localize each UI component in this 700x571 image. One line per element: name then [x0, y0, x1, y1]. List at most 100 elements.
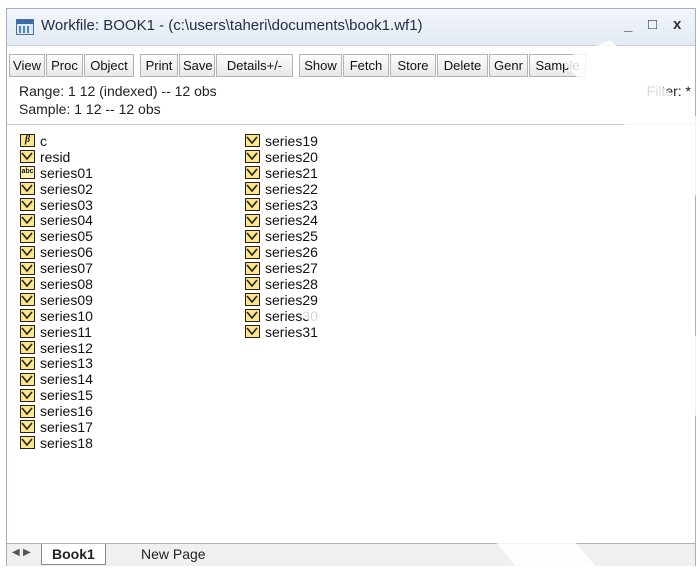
workfile-object[interactable]: series28	[245, 276, 318, 292]
object-name: series23	[265, 196, 318, 213]
series-icon	[20, 325, 35, 339]
object-list-column-2: series19 series20 series21 series22 series23…	[245, 133, 318, 340]
workfile-object[interactable]: series19	[245, 133, 318, 149]
workfile-object[interactable]: series02	[20, 181, 93, 197]
object-name: series16	[40, 403, 93, 420]
show-button[interactable]: Show	[299, 54, 342, 77]
series-icon	[20, 198, 35, 211]
divider	[7, 124, 695, 125]
object-name: series20	[265, 148, 318, 165]
scroll-right-icon[interactable]: ▶	[23, 547, 31, 558]
workfile-object[interactable]: series14	[20, 371, 93, 387]
series-icon	[245, 150, 260, 164]
object-name: series25	[265, 228, 318, 245]
workfile-object[interactable]: series05	[20, 228, 93, 244]
page-tab-bar: ◀ ▶ Book1 New Page	[7, 543, 695, 566]
series-icon	[245, 309, 260, 323]
workfile-object[interactable]: series08	[20, 276, 93, 292]
object-name: series24	[265, 212, 318, 229]
workfile-object[interactable]: series11	[20, 324, 93, 340]
series-icon	[20, 309, 35, 323]
object-button[interactable]: Object	[84, 54, 134, 77]
workfile-object[interactable]: abc series01	[20, 165, 93, 181]
details-button[interactable]: Details+/-	[216, 54, 293, 77]
toolbar: View Proc Object Print Save Details+/- S…	[9, 54, 693, 78]
workfile-object[interactable]: series03	[20, 197, 93, 213]
view-button[interactable]: View	[9, 54, 45, 77]
workfile-object[interactable]: series23	[245, 197, 318, 213]
series-icon	[20, 150, 35, 164]
object-name: series10	[40, 307, 93, 324]
object-name: series06	[40, 244, 93, 261]
series-icon	[20, 261, 35, 275]
object-name: c	[40, 132, 47, 149]
workfile-icon	[16, 19, 34, 35]
delete-button[interactable]: Delete	[437, 54, 488, 77]
maximize-button[interactable]: □	[648, 16, 657, 33]
series-icon	[20, 372, 35, 386]
tab-book1[interactable]: Book1	[41, 544, 106, 565]
object-name: series01	[40, 164, 93, 181]
store-button[interactable]: Store	[390, 54, 436, 77]
workfile-object[interactable]: series20	[245, 149, 318, 165]
workfile-object[interactable]: series24	[245, 212, 318, 228]
workfile-object[interactable]: series27	[245, 260, 318, 276]
series-icon	[245, 198, 260, 211]
object-name: series09	[40, 291, 93, 308]
genr-button[interactable]: Genr	[489, 54, 528, 77]
workfile-object[interactable]: series25	[245, 228, 318, 244]
series-icon	[20, 245, 35, 259]
workfile-object[interactable]: series09	[20, 292, 93, 308]
workfile-object[interactable]: series13	[20, 355, 93, 371]
series-icon	[245, 261, 260, 275]
window-title: Workfile: BOOK1 - (c:\users\taheri\docum…	[41, 17, 423, 34]
workfile-object[interactable]: series29	[245, 292, 318, 308]
object-name: series04	[40, 212, 93, 229]
workfile-object[interactable]: series15	[20, 387, 93, 403]
workfile-object[interactable]: series10	[20, 308, 93, 324]
workfile-object[interactable]: series16	[20, 403, 93, 419]
series-icon	[245, 213, 260, 227]
close-button[interactable]: x	[673, 16, 681, 33]
object-name: series03	[40, 196, 93, 213]
object-name: series29	[265, 291, 318, 308]
workfile-object[interactable]: series26	[245, 244, 318, 260]
object-name: series31	[265, 323, 318, 340]
object-name: series07	[40, 260, 93, 277]
workfile-object[interactable]: series30	[245, 308, 318, 324]
workfile-object[interactable]: series31	[245, 324, 318, 340]
scroll-left-icon[interactable]: ◀	[12, 547, 20, 558]
title-bar[interactable]: Workfile: BOOK1 - (c:\users\taheri\docum…	[7, 9, 695, 46]
object-name: series22	[265, 180, 318, 197]
sample-button[interactable]: Sample	[529, 54, 586, 77]
series-icon	[245, 245, 260, 259]
save-button[interactable]: Save	[179, 54, 215, 77]
workfile-object[interactable]: resid	[20, 149, 93, 165]
workfile-object[interactable]: series06	[20, 244, 93, 260]
workfile-object[interactable]: series04	[20, 212, 93, 228]
series-icon	[20, 420, 35, 434]
workfile-object[interactable]: series22	[245, 181, 318, 197]
object-name: series02	[40, 180, 93, 197]
series-icon	[245, 166, 260, 180]
minimize-button[interactable]: _	[624, 17, 632, 34]
tab-new-page[interactable]: New Page	[131, 544, 216, 564]
series-icon	[20, 277, 35, 291]
object-name: series12	[40, 339, 93, 356]
workfile-object[interactable]: βc	[20, 133, 93, 149]
fetch-button[interactable]: Fetch	[343, 54, 389, 77]
proc-button[interactable]: Proc	[46, 54, 83, 77]
print-button[interactable]: Print	[140, 54, 178, 77]
object-name: series27	[265, 260, 318, 277]
workfile-object[interactable]: series12	[20, 340, 93, 356]
range-info: Range: 1 12 (indexed) -- 12 obs	[19, 83, 217, 99]
workfile-object[interactable]: series18	[20, 435, 93, 451]
series-icon	[245, 229, 260, 243]
workfile-object[interactable]: series07	[20, 260, 93, 276]
object-name: series28	[265, 275, 318, 292]
series-icon	[20, 388, 35, 402]
object-name: series26	[265, 244, 318, 261]
workfile-object[interactable]: series21	[245, 165, 318, 181]
workfile-object[interactable]: series17	[20, 419, 93, 435]
object-name: series05	[40, 228, 93, 245]
